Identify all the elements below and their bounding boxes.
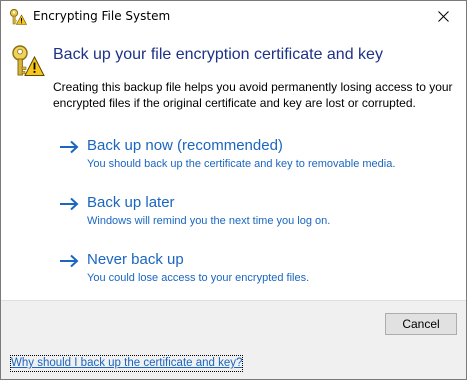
option-back-up-later[interactable]: Back up later Windows will remind you th…: [59, 193, 459, 233]
key-warning-icon: [11, 44, 45, 78]
key-warning-icon: [9, 8, 27, 26]
dialog-window: Encrypting File System Back up your file: [0, 0, 467, 380]
option-subtitle: You could lose access to your encrypted …: [87, 272, 310, 284]
option-title: Back up later: [87, 194, 175, 211]
description-text: Creating this backup file helps you avoi…: [53, 80, 453, 110]
option-title: Back up now (recommended): [87, 137, 283, 154]
help-bar: Why should I back up the certificate and…: [1, 352, 466, 379]
close-button[interactable]: [420, 1, 466, 32]
close-icon: [437, 7, 449, 26]
arrow-right-icon: [59, 196, 79, 211]
help-link[interactable]: Why should I back up the certificate and…: [9, 355, 244, 372]
arrow-right-icon: [59, 253, 79, 268]
dialog-content: Back up your file encryption certificate…: [1, 32, 466, 300]
option-subtitle: You should back up the certificate and k…: [87, 158, 396, 170]
arrow-right-icon: [59, 139, 79, 154]
page-title: Back up your file encryption certificate…: [53, 46, 383, 63]
option-never-back-up[interactable]: Never back up You could lose access to y…: [59, 250, 459, 290]
title-bar: Encrypting File System: [1, 1, 466, 32]
dialog-footer: Cancel: [1, 300, 466, 353]
window-title: Encrypting File System: [33, 9, 171, 23]
option-subtitle: Windows will remind you the next time yo…: [87, 215, 331, 227]
option-back-up-now[interactable]: Back up now (recommended) You should bac…: [59, 136, 459, 176]
option-title: Never back up: [87, 251, 184, 268]
cancel-button[interactable]: Cancel: [385, 313, 457, 335]
